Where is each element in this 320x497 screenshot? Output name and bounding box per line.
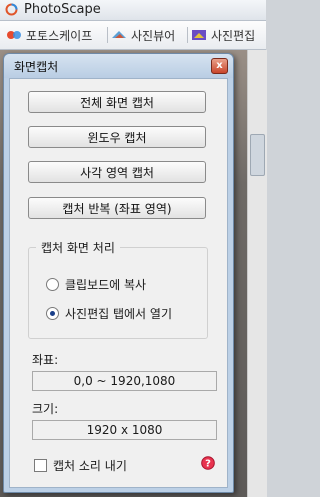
tab-editor[interactable]: 사진편집	[191, 25, 255, 45]
app-scrollbar-thumb[interactable]	[250, 134, 265, 176]
app-tabbar: 포토스케이프 사진뷰어 사진편집	[0, 21, 266, 50]
capture-processing-label: 캡처 화면 처리	[36, 239, 120, 256]
coords-label: 좌표:	[32, 353, 59, 367]
tab-separator	[187, 27, 188, 43]
capture-sound-option[interactable]: 캡처 소리 내기	[34, 457, 127, 474]
tab-photoscape-label: 포토스케이프	[26, 28, 93, 43]
viewer-tab-icon	[112, 31, 126, 38]
app-titlebar: PhotoScape	[0, 0, 266, 21]
capture-processing-group	[28, 247, 208, 339]
size-value: 1920 x 1080	[32, 420, 217, 440]
app-title: PhotoScape	[24, 2, 101, 17]
editor-tab-icon	[192, 30, 206, 40]
repeat-capture-button[interactable]: 캡처 반복 (좌표 영역)	[28, 197, 206, 219]
photoscape-tab-icon	[7, 31, 21, 39]
photoscape-logo-icon	[5, 3, 18, 16]
window-capture-button[interactable]: 윈도우 캡처	[28, 126, 206, 148]
radio-button[interactable]	[46, 278, 59, 291]
tab-viewer[interactable]: 사진뷰어	[111, 25, 175, 45]
tab-viewer-label: 사진뷰어	[131, 28, 176, 43]
tab-separator	[107, 27, 108, 43]
dialog-titlebar[interactable]: 화면캡처 x	[4, 54, 233, 78]
capture-sound-label: 캡처 소리 내기	[53, 459, 127, 473]
app-scrollbar[interactable]	[247, 50, 267, 497]
tab-editor-label: 사진편집	[211, 28, 256, 43]
dialog-title: 화면캡처	[14, 60, 59, 74]
radio-label: 클립보드에 복사	[65, 278, 147, 292]
close-button[interactable]: x	[211, 58, 228, 74]
region-capture-button[interactable]: 사각 영역 캡처	[28, 161, 206, 183]
radio-button-selected[interactable]	[46, 307, 59, 320]
help-icon[interactable]: ?	[201, 456, 215, 470]
coords-value: 0,0 ~ 1920,1080	[32, 371, 217, 391]
radio-copy-clipboard[interactable]: 클립보드에 복사	[46, 276, 146, 293]
capture-sound-checkbox[interactable]	[34, 459, 47, 472]
svg-text:?: ?	[205, 459, 211, 470]
radio-label: 사진편집 탭에서 열기	[65, 307, 172, 321]
radio-open-editor[interactable]: 사진편집 탭에서 열기	[46, 305, 172, 322]
size-label: 크기:	[32, 402, 59, 416]
tab-photoscape[interactable]: 포토스케이프	[6, 25, 92, 45]
full-screen-capture-button[interactable]: 전체 화면 캡처	[28, 91, 206, 113]
